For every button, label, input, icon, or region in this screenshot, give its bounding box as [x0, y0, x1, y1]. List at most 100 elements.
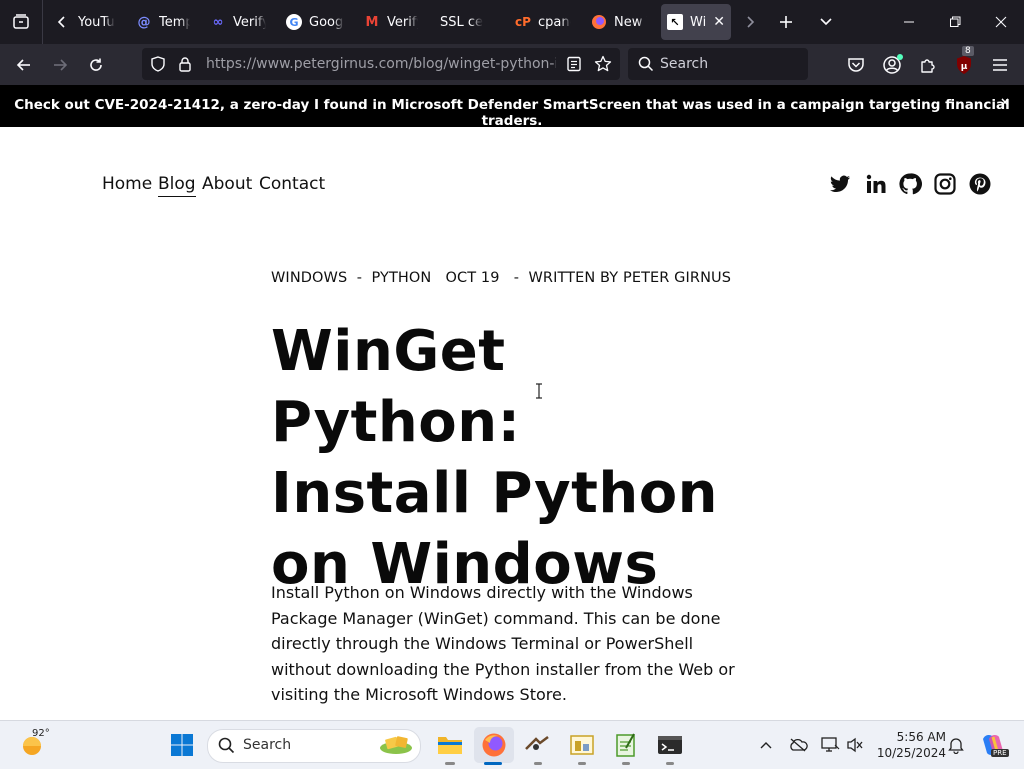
- url-text[interactable]: https://www.petergirnus.com/blog/winget-…: [206, 56, 556, 72]
- tab-temp[interactable]: @ Temp: [136, 4, 191, 40]
- windows-logo-icon: [171, 734, 193, 756]
- firefox-taskbar-icon[interactable]: [480, 731, 508, 759]
- copilot-icon[interactable]: PRE: [979, 731, 1009, 759]
- clock-time: 5:56 AM: [896, 730, 946, 744]
- account-button[interactable]: [879, 52, 905, 78]
- category-windows[interactable]: WINDOWS: [271, 270, 347, 286]
- reload-icon: [90, 58, 102, 71]
- nav-contact[interactable]: Contact: [259, 174, 325, 194]
- restore-icon: [950, 16, 961, 27]
- tab-label: Verify: [233, 14, 266, 30]
- running-indicator: [666, 762, 674, 765]
- post-author[interactable]: WRITTEN BY PETER GIRNUS: [528, 270, 731, 286]
- tab-youtube[interactable]: YouTu: [78, 4, 118, 40]
- volume-muted-icon[interactable]: [845, 735, 865, 755]
- onedrive-icon[interactable]: [788, 735, 808, 755]
- pinterest-icon[interactable]: [968, 172, 992, 196]
- github-icon[interactable]: [898, 172, 922, 196]
- tab-label: New T: [614, 14, 647, 30]
- snipping-app-icon: [525, 736, 549, 750]
- app-taskbar-icon-1[interactable]: [523, 731, 551, 759]
- app-taskbar-icon-2[interactable]: [568, 731, 596, 759]
- bookmark-star-icon[interactable]: [594, 55, 612, 77]
- ublock-badge: 8: [962, 46, 974, 56]
- status-dot: [897, 54, 903, 60]
- reload-button[interactable]: [83, 52, 109, 78]
- lock-icon[interactable]: [178, 56, 192, 76]
- nav-blog[interactable]: Blog: [158, 174, 196, 197]
- back-button[interactable]: [11, 52, 37, 78]
- chevron-right-icon: [747, 16, 755, 28]
- chevron-left-icon: [57, 16, 65, 28]
- clock[interactable]: 5:56 AM 10/25/2024: [872, 729, 946, 761]
- cursor-icon: ↖: [667, 14, 683, 30]
- tab-verify-1[interactable]: ∞ Verify: [210, 4, 266, 40]
- scroll-tabs-right-button[interactable]: [738, 9, 762, 35]
- pocket-button[interactable]: [843, 52, 869, 78]
- app-menu-button[interactable]: [987, 52, 1013, 78]
- tracking-protection-shield-icon[interactable]: [150, 56, 166, 76]
- ublock-button[interactable]: μ 8: [951, 46, 977, 78]
- announcement-banner: Check out CVE-2024-21412, a zero-day I f…: [0, 85, 1024, 129]
- category-python[interactable]: PYTHON: [371, 270, 431, 286]
- show-hidden-icons-button[interactable]: [756, 735, 776, 755]
- network-icon[interactable]: [820, 735, 840, 755]
- terminal-icon: [658, 736, 682, 754]
- minimize-button[interactable]: [886, 0, 932, 44]
- banner-close-button[interactable]: ×: [1000, 95, 1010, 109]
- firefox-view-button[interactable]: [8, 9, 34, 35]
- tab-google[interactable]: G Googl: [286, 4, 344, 40]
- new-tab-button[interactable]: [773, 9, 799, 35]
- notepad-icon: [616, 733, 635, 757]
- arrow-right-icon: [54, 59, 68, 71]
- nav-about[interactable]: About: [202, 174, 252, 194]
- image-viewer-icon: [570, 735, 594, 755]
- tab-label: Verify: [387, 14, 418, 30]
- firefox-view-icon: [13, 14, 29, 29]
- extensions-button[interactable]: [915, 52, 941, 78]
- tab-label: Temp: [159, 14, 190, 30]
- tab-new[interactable]: New T: [591, 4, 647, 40]
- instagram-icon[interactable]: [933, 172, 957, 196]
- tab-label: Wi: [690, 14, 707, 30]
- navigation-toolbar: https://www.petergirnus.com/blog/winget-…: [0, 44, 1024, 85]
- separator: -: [513, 270, 520, 286]
- close-tab-icon[interactable]: ✕: [713, 14, 725, 30]
- url-host: https://www.petergirnus.com: [206, 56, 409, 72]
- running-indicator: [622, 762, 630, 765]
- search-icon: [638, 56, 654, 76]
- linkedin-icon[interactable]: [864, 172, 888, 196]
- scroll-tabs-left-button[interactable]: [50, 9, 74, 35]
- clock-date: 10/25/2024: [876, 746, 946, 760]
- twitter-icon[interactable]: [828, 172, 852, 196]
- terminal-taskbar-icon[interactable]: [656, 731, 684, 759]
- article-intro: Install Python on Windows directly with …: [271, 583, 735, 704]
- start-button[interactable]: [168, 731, 196, 759]
- restore-button[interactable]: [932, 0, 978, 44]
- banner-text[interactable]: Check out CVE-2024-21412, a zero-day I f…: [0, 97, 1024, 129]
- search-box[interactable]: Search: [628, 48, 808, 80]
- weather-temp: 92°: [32, 728, 50, 739]
- title-line: WinGet Python:: [271, 319, 521, 455]
- notifications-bell-icon[interactable]: [946, 735, 966, 755]
- plus-icon: [780, 16, 792, 28]
- minimize-icon: [904, 21, 914, 23]
- close-window-button[interactable]: [978, 0, 1024, 44]
- file-explorer-icon[interactable]: [436, 731, 464, 759]
- nav-home[interactable]: Home: [102, 174, 152, 194]
- tab-cpanel[interactable]: cP cpane: [515, 4, 571, 40]
- reader-view-icon[interactable]: [566, 56, 582, 76]
- text-cursor-icon: [535, 383, 543, 399]
- tab-gmail-verify[interactable]: M Verify: [364, 4, 418, 40]
- hamburger-menu-icon: [993, 59, 1007, 71]
- tab-ssl[interactable]: SSL ce: [440, 4, 496, 40]
- taskbar-search[interactable]: Search: [207, 729, 421, 763]
- list-all-tabs-button[interactable]: [813, 9, 839, 35]
- forward-button[interactable]: [47, 52, 73, 78]
- running-indicator: [445, 762, 455, 765]
- notepad-taskbar-icon[interactable]: [612, 731, 640, 759]
- divider: [42, 0, 43, 44]
- running-indicator: [534, 762, 542, 765]
- tab-active[interactable]: ↖ Wi ✕: [661, 4, 731, 40]
- url-bar[interactable]: https://www.petergirnus.com/blog/winget-…: [142, 48, 620, 80]
